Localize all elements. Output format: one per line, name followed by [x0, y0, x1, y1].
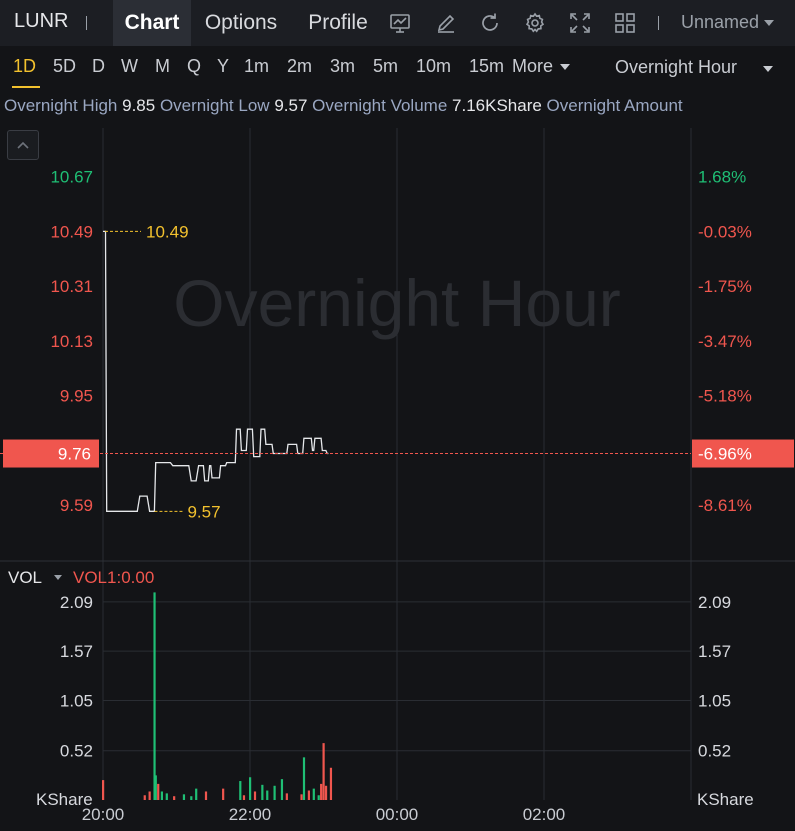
- volume-bar: [165, 793, 168, 800]
- y-tick-label-right: -1.75%: [698, 277, 752, 296]
- volume-bar: [253, 791, 257, 800]
- volume-bar: [320, 783, 323, 800]
- volume-bar: [204, 791, 208, 800]
- volume-bar: [173, 796, 176, 800]
- volume-tick-label-right: 2.09: [698, 593, 731, 612]
- volume-bar: [148, 791, 151, 800]
- volume-bar: [182, 794, 186, 800]
- volume-bar: [190, 796, 193, 800]
- collapse-panel-button[interactable]: [7, 130, 39, 160]
- volume-bar: [285, 793, 288, 800]
- y-tick-label-right: -3.47%: [698, 332, 752, 351]
- volume-layer: [102, 592, 333, 800]
- x-tick-label: 00:00: [376, 805, 419, 824]
- volume-bar: [302, 757, 306, 800]
- volume-bar: [242, 795, 246, 800]
- volume-tick-label-left: 1.05: [60, 691, 93, 710]
- low-marker-label: 9.57: [187, 502, 220, 521]
- volume-bar: [300, 794, 303, 800]
- volume-tick-label-right: 1.05: [698, 691, 731, 710]
- volume-bar: [195, 788, 198, 800]
- y-tick-label-left: 9.95: [60, 387, 93, 406]
- current-pct-label: -6.96%: [698, 445, 752, 464]
- volume-title: VOL: [8, 568, 42, 587]
- volume-tick-label-left: 2.09: [60, 593, 93, 612]
- volume-bar: [324, 785, 328, 800]
- chart-grid: [0, 128, 795, 800]
- high-marker-label: 10.49: [146, 222, 189, 241]
- y-tick-label-right: -5.18%: [698, 387, 752, 406]
- volume-bar: [317, 795, 320, 800]
- volume-bar: [160, 791, 163, 800]
- volume-bar: [280, 779, 284, 800]
- volume-bar: [266, 790, 269, 800]
- y-tick-label-left: 10.13: [50, 332, 93, 351]
- volume-bar: [157, 783, 160, 800]
- volume-tick-label-left: 1.57: [60, 642, 93, 661]
- volume-bar: [322, 743, 325, 800]
- current-price-label: 9.76: [58, 445, 91, 464]
- session-watermark: Overnight Hour: [173, 266, 621, 340]
- volume-bar: [154, 775, 157, 800]
- volume-bar: [261, 784, 264, 800]
- volume-tick-label-right: 0.52: [698, 742, 731, 761]
- x-tick-label: 02:00: [523, 805, 566, 824]
- volume-bar: [102, 780, 105, 800]
- volume-unit-left: KShare: [36, 790, 93, 809]
- y-tick-label-left: 10.31: [50, 277, 93, 296]
- volume-bar: [153, 592, 156, 800]
- volume-bar: [307, 790, 310, 800]
- volume-bar: [312, 788, 315, 800]
- volume-tick-label-left: 0.52: [60, 742, 93, 761]
- volume-tick-label-right: 1.57: [698, 642, 731, 661]
- y-tick-label-right: -8.61%: [698, 496, 752, 515]
- volume-bar: [239, 781, 242, 800]
- volume-bar: [273, 785, 276, 800]
- volume-bar: [222, 788, 225, 800]
- chevron-up-icon: [17, 141, 29, 149]
- volume-bar: [143, 795, 146, 800]
- chevron-down-icon: [54, 575, 62, 580]
- y-tick-label-right: -0.03%: [698, 222, 752, 241]
- y-tick-label-left: 9.59: [60, 496, 93, 515]
- y-tick-label-right: 1.68%: [698, 168, 746, 187]
- volume-bar: [329, 767, 333, 800]
- y-tick-label-left: 10.49: [50, 222, 93, 241]
- x-tick-label: 22:00: [229, 805, 272, 824]
- volume-unit-right: KShare: [697, 790, 754, 809]
- price-volume-chart[interactable]: Overnight Hour 10.499.579.76 -6.96% 20:00…: [0, 0, 795, 831]
- volume-indicator: VOL1:0.00: [73, 568, 154, 587]
- volume-bar: [249, 777, 252, 800]
- y-tick-label-left: 10.67: [50, 168, 93, 187]
